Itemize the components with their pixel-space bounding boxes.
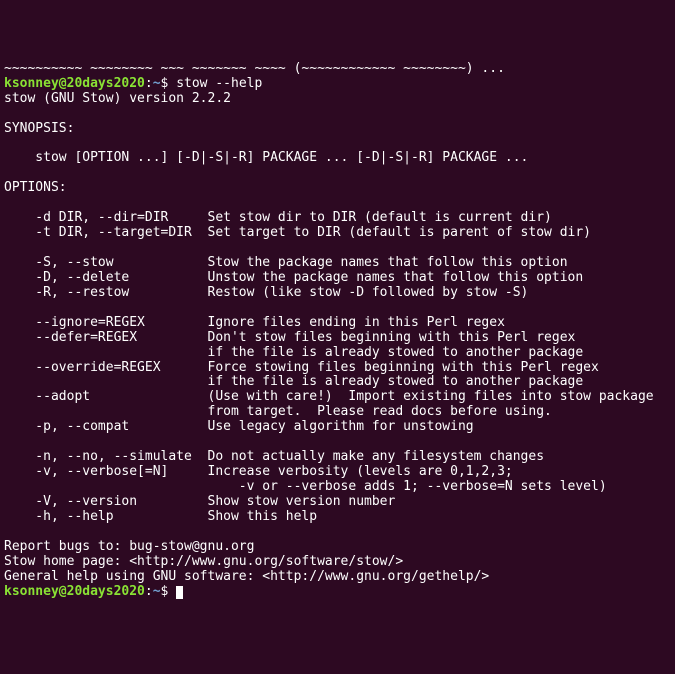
prompt-dollar: $ — [161, 76, 177, 91]
output-line: -t DIR, --target=DIR Set target to DIR (… — [4, 225, 591, 240]
command-input: stow --help — [176, 76, 262, 91]
prompt-colon: : — [145, 584, 153, 599]
output-line: -p, --compat Use legacy algorithm for un… — [4, 419, 474, 434]
prompt-dollar: $ — [161, 584, 177, 599]
output-line: if the file is already stowed to another… — [4, 374, 583, 389]
prompt-path: ~ — [153, 76, 161, 91]
output-line: --defer=REGEX Don't stow files beginning… — [4, 330, 575, 345]
output-line: Stow home page: <http://www.gnu.org/soft… — [4, 554, 403, 569]
prompt-path: ~ — [153, 584, 161, 599]
output-line: --ignore=REGEX Ignore files ending in th… — [4, 315, 505, 330]
prompt-colon: : — [145, 76, 153, 91]
output-line: OPTIONS: — [4, 180, 67, 195]
cursor[interactable] — [176, 586, 183, 599]
terminal-output[interactable]: ~~~~~~~~~~ ~~~~~~~~ ~~~ ~~~~~~~ ~~~~ (~~… — [4, 62, 671, 600]
output-line: -n, --no, --simulate Do not actually mak… — [4, 449, 544, 464]
output-line: stow (GNU Stow) version 2.2.2 — [4, 91, 231, 106]
output-line: --override=REGEX Force stowing files beg… — [4, 360, 599, 375]
output-line: -d DIR, --dir=DIR Set stow dir to DIR (d… — [4, 210, 552, 225]
output-line: -h, --help Show this help — [4, 509, 317, 524]
output-line: Report bugs to: bug-stow@gnu.org — [4, 539, 254, 554]
output-line: -D, --delete Unstow the package names th… — [4, 270, 583, 285]
output-line: -V, --version Show stow version number — [4, 494, 395, 509]
output-line: SYNOPSIS: — [4, 121, 74, 136]
output-line: -S, --stow Stow the package names that f… — [4, 255, 568, 270]
output-line: if the file is already stowed to another… — [4, 345, 583, 360]
prompt-userhost: ksonney@20days2020 — [4, 584, 145, 599]
prompt-userhost: ksonney@20days2020 — [4, 76, 145, 91]
output-line: stow [OPTION ...] [-D|-S|-R] PACKAGE ...… — [4, 150, 528, 165]
truncated-line: ~~~~~~~~~~ ~~~~~~~~ ~~~ ~~~~~~~ ~~~~ (~~… — [4, 61, 505, 76]
output-line: -v or --verbose adds 1; --verbose=N sets… — [4, 479, 607, 494]
output-line: -R, --restow Restow (like stow -D follow… — [4, 285, 528, 300]
output-line: --adopt (Use with care!) Import existing… — [4, 389, 654, 404]
output-line: from target. Please read docs before usi… — [4, 404, 552, 419]
output-line: -v, --verbose[=N] Increase verbosity (le… — [4, 464, 513, 479]
output-line: General help using GNU software: <http:/… — [4, 569, 489, 584]
